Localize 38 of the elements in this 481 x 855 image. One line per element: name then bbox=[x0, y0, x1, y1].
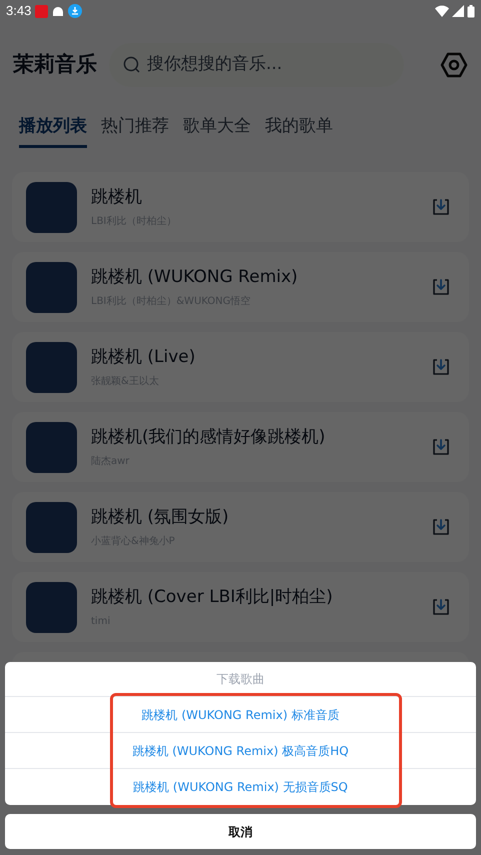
album-cover bbox=[26, 262, 77, 312]
app-title: 茉莉音乐 bbox=[13, 51, 97, 78]
album-cover bbox=[26, 582, 77, 632]
song-title: 跳楼机(我们的感情好像跳楼机) bbox=[91, 426, 326, 449]
tab[interactable]: 热门推荐 bbox=[101, 108, 169, 148]
song-title: 跳楼机 (WUKONG Remix) bbox=[91, 266, 299, 289]
quality-option[interactable]: 跳楼机 (WUKONG Remix) 标准音质 bbox=[5, 697, 476, 733]
download-icon[interactable] bbox=[431, 357, 451, 377]
album-cover bbox=[26, 182, 77, 232]
download-icon[interactable] bbox=[431, 517, 451, 537]
search-input[interactable]: 搜你想搜的音乐... bbox=[147, 52, 387, 78]
cancel-button[interactable]: 取消 bbox=[5, 814, 476, 849]
song-title: 跳楼机 bbox=[91, 186, 143, 209]
search-bar[interactable]: 搜你想搜的音乐... bbox=[109, 43, 404, 87]
song-title: 跳楼机 (氛围女版) bbox=[91, 506, 230, 529]
download-icon[interactable] bbox=[431, 597, 451, 617]
quality-option[interactable]: 跳楼机 (WUKONG Remix) 无损音质SQ bbox=[5, 769, 476, 805]
quality-option[interactable]: 跳楼机 (WUKONG Remix) 极高音质HQ bbox=[5, 733, 476, 769]
download-icon[interactable] bbox=[431, 197, 451, 217]
app-notification-icon bbox=[35, 4, 48, 18]
wifi-icon bbox=[435, 5, 449, 17]
download-icon[interactable] bbox=[431, 277, 451, 297]
album-cover bbox=[26, 422, 77, 472]
sheet-title: 下载歌曲 bbox=[5, 662, 476, 697]
status-time: 3:43 bbox=[6, 2, 32, 20]
album-cover bbox=[26, 342, 77, 392]
battery-icon bbox=[467, 4, 475, 18]
tab[interactable]: 歌单大全 bbox=[183, 108, 251, 148]
song-title: 跳楼机 (Live) bbox=[91, 346, 196, 369]
album-cover bbox=[26, 502, 77, 552]
tab[interactable]: 我的歌单 bbox=[265, 108, 333, 148]
signal-icon bbox=[452, 5, 464, 17]
search-icon bbox=[123, 56, 141, 74]
song-title: 跳楼机 (Cover LBI利比|时柏尘) bbox=[91, 586, 334, 609]
settings-icon[interactable] bbox=[440, 51, 468, 79]
download-notification-icon bbox=[68, 4, 82, 18]
tab[interactable]: 播放列表 bbox=[19, 108, 87, 148]
download-icon[interactable] bbox=[431, 437, 451, 457]
